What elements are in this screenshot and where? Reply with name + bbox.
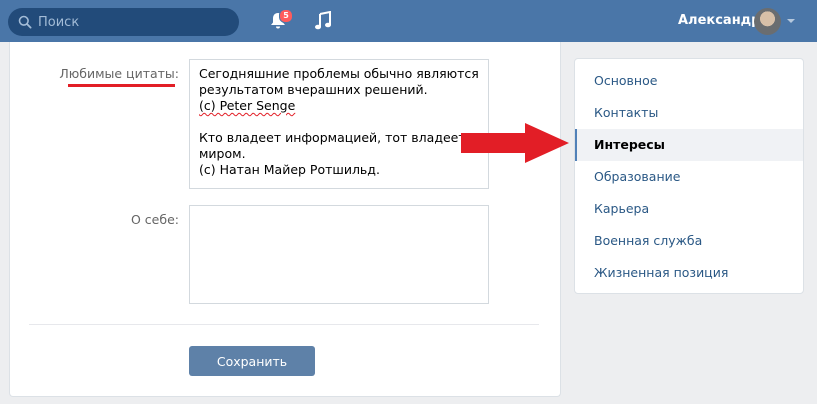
quotes-textarea[interactable]: Сегодняшние проблемы обычно являются рез…: [189, 59, 489, 189]
quote-line: [199, 114, 479, 130]
quote-line: результатом вчерашних решений.: [199, 82, 428, 97]
menu-item-interests[interactable]: Интересы: [575, 129, 803, 161]
profile-sections-menu: Основное Контакты Интересы Образование К…: [574, 58, 804, 294]
quote-line: (с) Peter Senge: [199, 98, 296, 113]
search-box[interactable]: [8, 8, 239, 36]
save-button[interactable]: Сохранить: [189, 346, 315, 376]
menu-item-military-service[interactable]: Военная служба: [575, 225, 803, 257]
quotes-label-highlight: [68, 84, 175, 87]
avatar[interactable]: [754, 8, 781, 35]
quote-line: Кто владеет информацией, тот владеет: [199, 130, 466, 145]
menu-item-education[interactable]: Образование: [575, 161, 803, 193]
user-name[interactable]: Александр: [678, 13, 761, 28]
red-arrow-annotation: [461, 123, 569, 163]
notification-badge: 5: [279, 9, 293, 23]
search-input[interactable]: [38, 14, 228, 30]
quote-line: Сегодняшние проблемы обычно являются: [199, 66, 479, 81]
chevron-down-icon[interactable]: [787, 19, 795, 23]
top-navigation-bar: 5 Александр: [0, 0, 817, 42]
music-icon[interactable]: [314, 11, 332, 31]
menu-item-life-position[interactable]: Жизненная позиция: [575, 257, 803, 289]
about-textarea[interactable]: [189, 205, 489, 304]
quote-line: миром.: [199, 146, 246, 161]
divider: [29, 324, 539, 325]
quote-line: (с) Натан Майер Ротшильд.: [199, 162, 380, 177]
menu-item-contacts[interactable]: Контакты: [575, 97, 803, 129]
about-label: О себе:: [131, 212, 179, 227]
search-icon: [18, 15, 32, 29]
quotes-label: Любимые цитаты:: [59, 66, 179, 81]
menu-item-career[interactable]: Карьера: [575, 193, 803, 225]
menu-item-basic[interactable]: Основное: [575, 65, 803, 97]
